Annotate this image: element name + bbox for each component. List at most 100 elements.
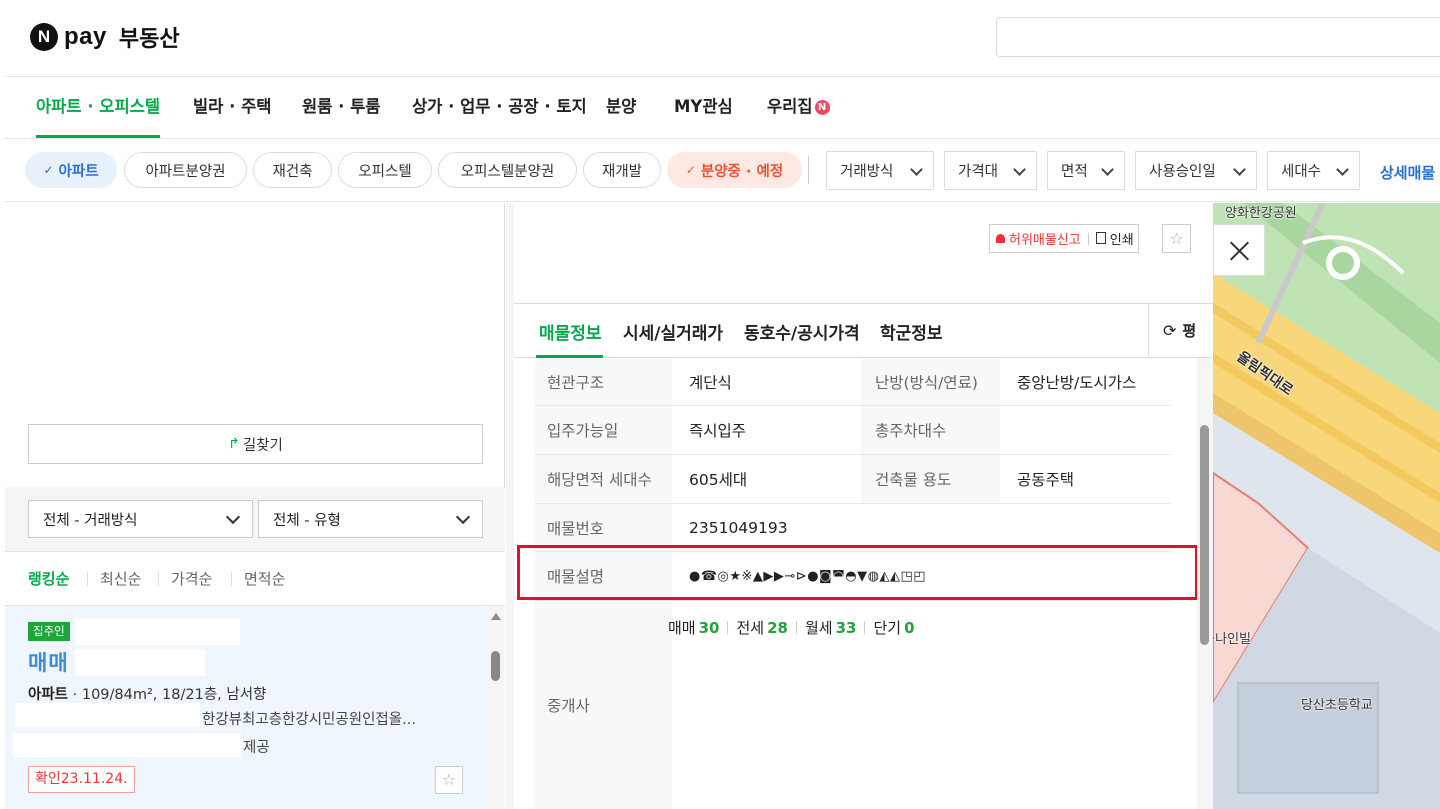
row-label: 총주차대수 <box>861 406 1000 454</box>
table-row: 해당면적 세대수 605세대 건축물 용도 공동주택 <box>535 455 1171 504</box>
map-canvas <box>1213 203 1440 809</box>
row-value: 중앙난방/도시가스 <box>1017 373 1137 392</box>
redacted-price <box>75 649 205 676</box>
report-fake-listing-button[interactable]: 허위매물신고 <box>996 229 1081 248</box>
scrollbar-thumb[interactable] <box>491 651 500 681</box>
row-value: 605세대 <box>689 471 748 489</box>
detail-tabs: 매물정보 시세/실거래가 동호수/공시가격 학군정보 ⟳ 평 <box>514 303 1213 358</box>
tab-school-info[interactable]: 학군정보 <box>880 319 943 344</box>
star-icon[interactable]: ☆ <box>435 766 463 794</box>
detail-filter-link[interactable]: 상세매물 <box>1380 162 1435 183</box>
filter-chip-officetel[interactable]: 오피스텔 <box>338 152 432 188</box>
dropdown-approval-date[interactable]: 사용승인일 <box>1135 151 1257 190</box>
table-row: 현관구조 계단식 난방(방식/연료) 중앙난방/도시가스 <box>535 358 1171 406</box>
filter-chip-presale-ongoing[interactable]: ✓ 분양중 · 예정 <box>667 152 802 188</box>
route-arrow-icon: ↱ <box>228 436 240 452</box>
tab-oneroom-tworoom[interactable]: 원룸 · 투룸 <box>302 77 380 138</box>
row-label: 현관구조 <box>535 358 672 405</box>
sort-area[interactable]: 면적순 <box>244 568 285 589</box>
tab-villa-house[interactable]: 빌라 · 주택 <box>193 77 271 138</box>
row-label: 난방(방식/연료) <box>861 358 1000 405</box>
sort-divider <box>158 572 159 586</box>
document-icon <box>1095 232 1106 244</box>
row-value: 공동주택 <box>1017 471 1075 489</box>
report-print-group: 허위매물신고 인쇄 <box>989 224 1139 253</box>
row-label: 중개사 <box>535 601 672 809</box>
chevron-down-icon <box>1101 163 1114 176</box>
filter-divider <box>808 156 809 184</box>
search-input[interactable] <box>996 17 1440 57</box>
pyeong-toggle-button[interactable]: ⟳ 평 <box>1148 304 1213 357</box>
filter-chip-reconstruction[interactable]: 재건축 <box>253 152 332 188</box>
map-view[interactable]: 양화한강공원 올림픽대로 당산초등학교 ·나인빌 <box>1213 203 1440 809</box>
row-value: 계단식 <box>689 373 732 392</box>
confirm-date-badge: 확인23.11.24. <box>28 766 135 793</box>
filter-chip-officetel-presale-right[interactable]: 오피스텔분양권 <box>438 152 577 188</box>
table-row: 입주가능일 즉시입주 총주차대수 <box>535 406 1171 455</box>
count-shortterm[interactable]: 단기 0 <box>873 617 914 638</box>
listing-item[interactable]: 집주인 매매 아파트 · 109/84m², 18/21층, 남서향 한강뷰최고… <box>5 606 487 809</box>
filter-bar: ✓ 아파트 아파트분양권 재건축 오피스텔 오피스텔분양권 재개발 ✓ 분양중 · … <box>5 139 1440 202</box>
favorite-star-icon[interactable]: ☆ <box>1162 224 1191 253</box>
dropdown-trade-type[interactable]: 거래방식 <box>826 151 934 190</box>
siren-icon <box>996 234 1005 243</box>
route-button[interactable]: ↱ 길찾기 <box>28 424 483 464</box>
select-property-type[interactable]: 전체 - 유형 <box>258 500 483 538</box>
row-label: 매물번호 <box>535 504 672 551</box>
map-label-park: 양화한강공원 <box>1225 206 1297 221</box>
count-sale[interactable]: 매매 30 <box>668 617 719 638</box>
redacted-agency <box>13 733 241 757</box>
count-monthly[interactable]: 월세 33 <box>805 617 856 638</box>
filter-chip-apartment-presale-right[interactable]: 아파트분양권 <box>124 152 247 188</box>
naver-pay-realestate-logo[interactable]: N pay 부동산 <box>30 22 180 52</box>
chevron-down-icon <box>1336 163 1349 176</box>
check-icon: ✓ <box>43 163 54 177</box>
dropdown-price-range[interactable]: 가격대 <box>944 151 1037 190</box>
tab-apartment-officetel[interactable]: 아파트 · 오피스텔 <box>36 77 161 138</box>
sort-ranking[interactable]: 랭킹순 <box>28 568 69 589</box>
count-jeonse[interactable]: 전세 28 <box>736 617 787 638</box>
highlight-box <box>517 545 1198 600</box>
scrollbar-track[interactable] <box>487 606 505 809</box>
tab-my-home[interactable]: 우리집 N <box>767 77 830 138</box>
listing-description: 한강뷰최고층한강시민공원인접올... <box>202 712 416 728</box>
map-label-school: 당산초등학교 <box>1301 698 1373 713</box>
tab-unit-price[interactable]: 동호수/공시가격 <box>744 319 860 344</box>
listing-provider: 제공 <box>243 740 270 756</box>
chevron-down-icon <box>910 163 923 176</box>
chevron-down-icon <box>455 509 471 525</box>
check-icon: ✓ <box>685 163 696 177</box>
refresh-icon: ⟳ <box>1163 321 1177 340</box>
dropdown-area[interactable]: 면적 <box>1047 151 1125 190</box>
tab-market-price[interactable]: 시세/실거래가 <box>623 319 723 344</box>
sort-price[interactable]: 가격순 <box>171 568 212 589</box>
row-label: 해당면적 세대수 <box>535 455 672 503</box>
row-label: 입주가능일 <box>535 406 672 454</box>
scroll-up-icon[interactable] <box>491 613 501 620</box>
tab-my-interest[interactable]: MY관심 <box>674 77 733 138</box>
main-nav: 아파트 · 오피스텔 빌라 · 주택 원룸 · 투룸 상가 · 업무 · 공장 … <box>5 77 1440 139</box>
owner-badge: 집주인 <box>28 622 70 641</box>
header: N pay 부동산 <box>5 0 1440 77</box>
filter-chip-apartment[interactable]: ✓ 아파트 <box>25 152 117 188</box>
sort-divider <box>231 572 232 586</box>
logo-pay-text: pay <box>64 23 107 50</box>
detail-panel: 허위매물신고 인쇄 ☆ 매물정보 시세/실거래가 동호수/공시가격 학군정보 ⟳… <box>514 203 1213 809</box>
listing-spec: 아파트 · 109/84m², 18/21층, 남서향 <box>28 687 267 703</box>
scrollbar-thumb[interactable] <box>1200 425 1209 645</box>
redacted-text <box>15 703 200 727</box>
tab-commercial-land[interactable]: 상가 · 업무 · 공장 · 토지 <box>412 77 587 138</box>
print-button[interactable]: 인쇄 <box>1095 229 1134 248</box>
sort-bar: 랭킹순 최신순 가격순 면적순 <box>5 551 505 606</box>
tab-listing-info[interactable]: 매물정보 <box>539 319 602 344</box>
row-label: 건축물 용도 <box>861 455 1000 503</box>
listing-number: 2351049193 <box>689 518 788 537</box>
chevron-down-icon <box>225 509 241 525</box>
sort-latest[interactable]: 최신순 <box>100 568 141 589</box>
filter-chip-redevelopment[interactable]: 재개발 <box>583 152 661 188</box>
tab-presale[interactable]: 분양 <box>606 77 636 138</box>
close-icon[interactable] <box>1213 224 1265 276</box>
panel-divider <box>506 203 514 809</box>
dropdown-households[interactable]: 세대수 <box>1267 151 1360 190</box>
select-trade-type[interactable]: 전체 - 거래방식 <box>28 500 253 538</box>
